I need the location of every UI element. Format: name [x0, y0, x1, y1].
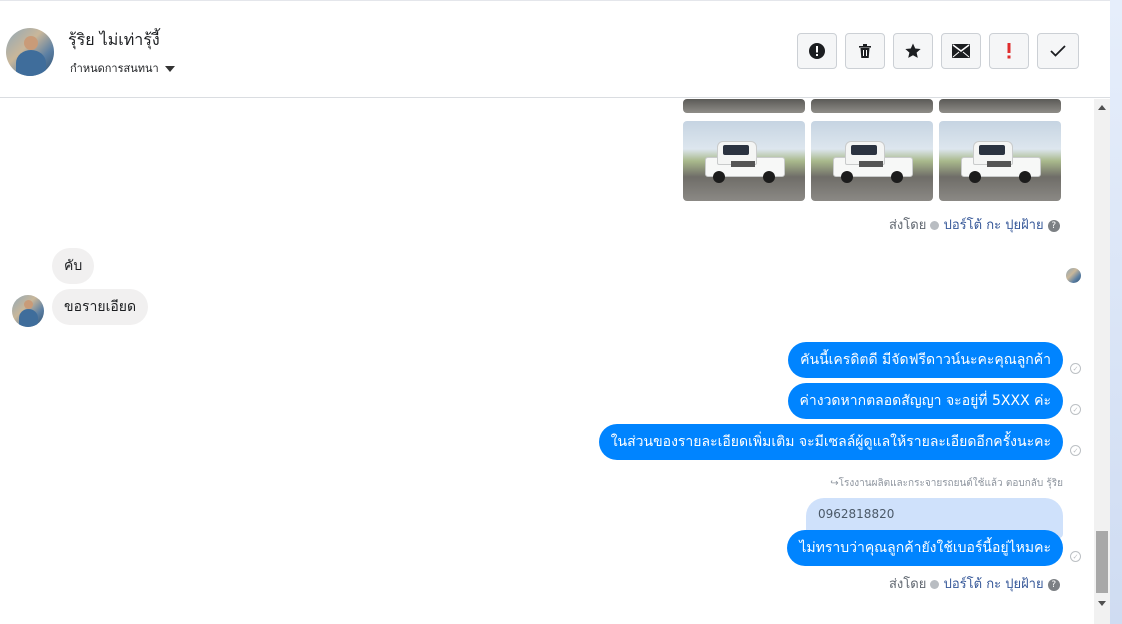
- delivered-check-icon: ✓: [1070, 445, 1081, 456]
- envelope-icon: [952, 44, 970, 58]
- reply-note: ↪โรงงานผลิตและกระจายรถยนต์ใช้แล้ว ตอบกลั…: [830, 478, 1063, 489]
- agent-link[interactable]: ปอร์โต้ กะ ปุยฝ้าย: [944, 218, 1044, 233]
- car-photo[interactable]: [939, 99, 1061, 113]
- pickup-truck-image: [833, 141, 913, 185]
- assign-label: กำหนดการสนทนา: [70, 62, 159, 75]
- pickup-truck-image: [961, 141, 1041, 185]
- delete-button[interactable]: [845, 33, 885, 69]
- delivered-check-icon: ✓: [1070, 551, 1081, 562]
- contact-avatar[interactable]: [6, 28, 54, 76]
- outgoing-message[interactable]: คันนี้เครดิตดี มีจัดฟรีดาวน์นะคะคุณลูกค้…: [788, 342, 1063, 378]
- sender-avatar[interactable]: [12, 295, 44, 327]
- exclamation-icon: [1007, 43, 1011, 59]
- mark-unread-button[interactable]: [941, 33, 981, 69]
- verified-dot-icon: [930, 580, 940, 589]
- delivered-check-icon: ✓: [1070, 363, 1081, 374]
- sent-by-label: ส่งโดย ปอร์โต้ กะ ปุยฝ้าย ?: [889, 214, 1060, 235]
- verified-dot-icon: [930, 221, 940, 230]
- car-photo[interactable]: [939, 121, 1061, 201]
- thread-scrollbar[interactable]: [1094, 99, 1110, 624]
- window-edge: [1110, 0, 1122, 624]
- incoming-message[interactable]: คับ: [52, 248, 95, 284]
- star-icon: [905, 43, 921, 58]
- car-photo[interactable]: [683, 99, 805, 113]
- pickup-truck-image: [705, 141, 785, 185]
- reply-arrow-icon: ↪: [830, 478, 839, 489]
- conversation-header: รุ้ริย ไม่เท่ารุ้งี้ กำหนดการสนทนา: [0, 0, 1110, 98]
- help-icon[interactable]: ?: [1047, 219, 1060, 232]
- agent-link[interactable]: ปอร์โต้ กะ ปุยฝ้าย: [944, 577, 1044, 592]
- car-photo[interactable]: [811, 99, 933, 113]
- car-photo[interactable]: [811, 121, 933, 201]
- scroll-up-arrow-icon[interactable]: [1098, 105, 1106, 110]
- mark-done-button[interactable]: [1037, 33, 1079, 69]
- seen-avatar: [1066, 268, 1081, 283]
- assign-conversation-dropdown[interactable]: กำหนดการสนทนา: [70, 59, 175, 77]
- scroll-down-arrow-icon[interactable]: [1098, 601, 1106, 606]
- caret-down-icon: [164, 66, 175, 72]
- check-icon: [1050, 45, 1066, 57]
- trash-icon: [859, 44, 871, 58]
- delivered-check-icon: ✓: [1070, 404, 1081, 415]
- scrollbar-thumb[interactable]: [1096, 531, 1108, 593]
- car-photo[interactable]: [683, 121, 805, 201]
- help-icon[interactable]: ?: [1047, 578, 1060, 591]
- sent-by-label: ส่งโดย ปอร์โต้ กะ ปุยฝ้าย ?: [889, 573, 1060, 594]
- outgoing-message[interactable]: ในส่วนของรายละเอียดเพิ่มเติม จะมีเซลล์ผู…: [598, 424, 1063, 460]
- follow-up-button[interactable]: [989, 33, 1029, 69]
- outgoing-message[interactable]: ไม่ทราบว่าคุณลูกค้ายังใช้เบอร์นี้อยู่ไหม…: [787, 530, 1063, 566]
- alert-circle-icon: [809, 43, 825, 59]
- contact-name[interactable]: รุ้ริย ไม่เท่ารุ้งี้: [68, 28, 160, 53]
- outgoing-message[interactable]: ค่างวดหากตลอดสัญญา จะอยู่ที่ 5XXX ค่ะ: [787, 383, 1063, 419]
- star-button[interactable]: [893, 33, 933, 69]
- message-thread: ส่งโดย ปอร์โต้ กะ ปุยฝ้าย ? คับ ขอรายเอี…: [0, 99, 1094, 624]
- report-spam-button[interactable]: [797, 33, 837, 69]
- incoming-message[interactable]: ขอรายเอียด: [52, 289, 149, 325]
